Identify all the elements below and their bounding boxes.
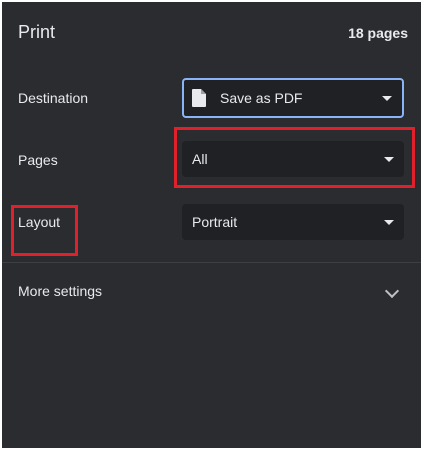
more-settings-label: More settings xyxy=(18,283,103,299)
dropdown-arrow-icon xyxy=(382,95,392,101)
pages-label: Pages xyxy=(18,152,58,168)
pages-select[interactable]: All xyxy=(182,141,404,177)
layout-value: Portrait xyxy=(192,214,238,230)
section-divider xyxy=(2,262,421,263)
chevron-down-icon xyxy=(384,283,400,299)
pages-value: All xyxy=(192,151,208,167)
dialog-title: Print xyxy=(18,22,56,42)
page-count: 18 pages xyxy=(348,25,408,41)
dropdown-arrow-icon xyxy=(384,156,394,162)
more-settings-toggle[interactable]: More settings xyxy=(2,270,421,314)
destination-select[interactable]: Save as PDF xyxy=(182,78,404,118)
destination-value: Save as PDF xyxy=(220,90,303,106)
destination-label: Destination xyxy=(18,90,89,106)
layout-select[interactable]: Portrait xyxy=(182,204,404,240)
document-icon xyxy=(192,89,206,107)
dropdown-arrow-icon xyxy=(384,219,394,225)
layout-label: Layout xyxy=(18,214,61,230)
